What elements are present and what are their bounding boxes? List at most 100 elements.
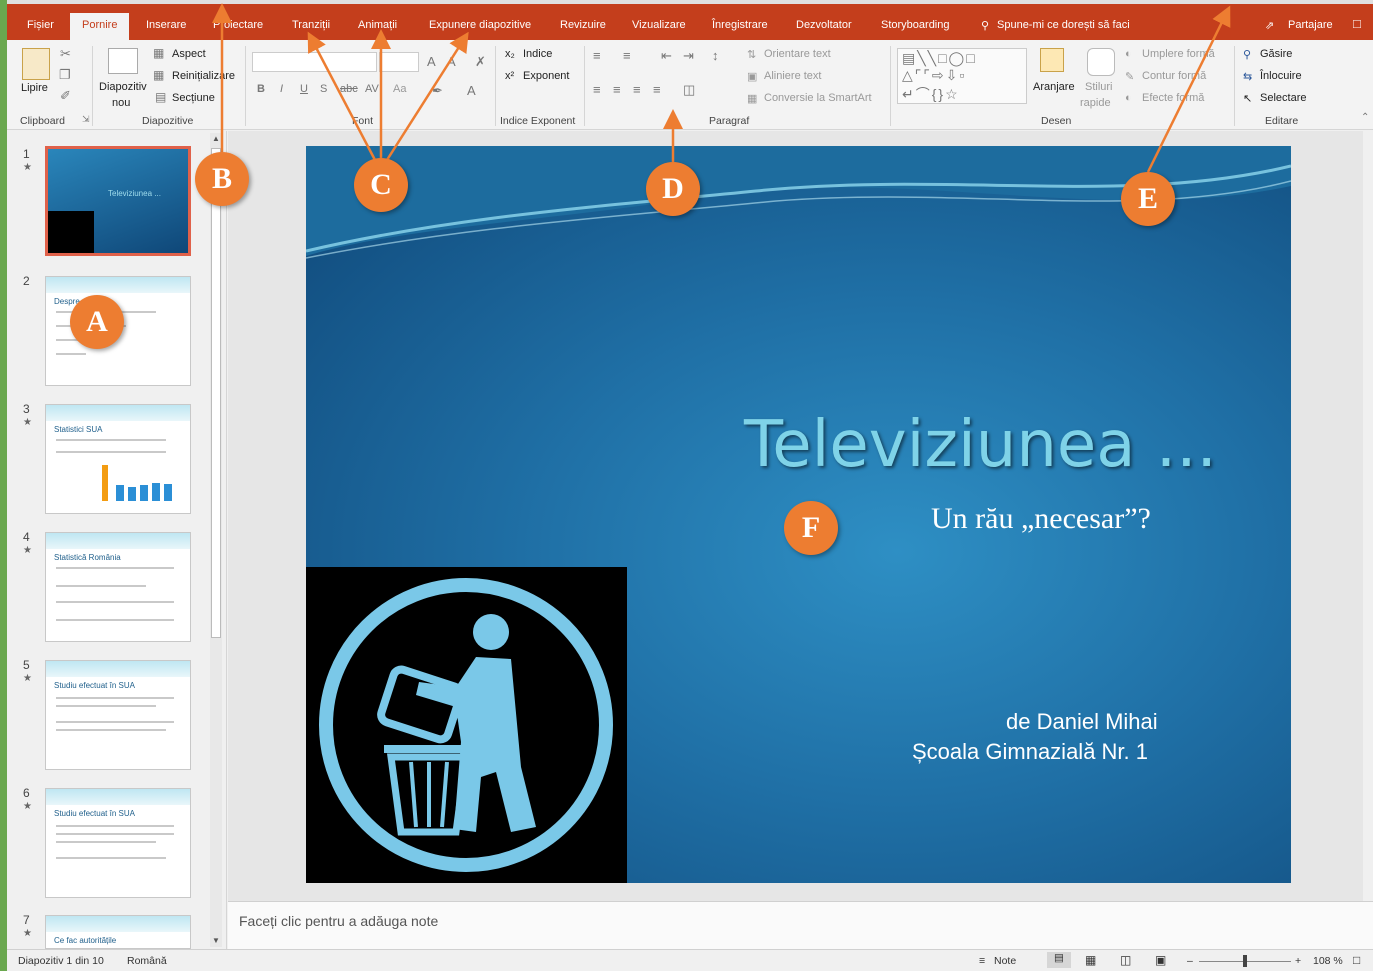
slide-subtitle[interactable]: Un rău „necesar”?: [931, 502, 1151, 536]
slide-thumbnail-4[interactable]: Statistică România: [45, 532, 191, 642]
tab-developer[interactable]: Dezvoltator: [796, 19, 852, 31]
notes-pane[interactable]: Faceți clic pentru a adăuga note: [228, 901, 1373, 949]
arrange-icon[interactable]: [1040, 48, 1064, 72]
font-name-input[interactable]: [252, 52, 377, 72]
font-color-icon[interactable]: A: [467, 83, 476, 98]
notes-toggle[interactable]: Note: [994, 955, 1016, 967]
superscript-button[interactable]: Exponent: [523, 70, 569, 82]
increase-font-icon[interactable]: A: [427, 54, 436, 69]
tab-record[interactable]: Înregistrare: [712, 19, 768, 31]
shape-outline-button[interactable]: Contur formă: [1142, 70, 1206, 82]
slide-number: 6: [23, 786, 30, 800]
slide-thumbnail-6[interactable]: Studiu efectuat în SUA: [45, 788, 191, 898]
numbering-icon[interactable]: ≡: [623, 48, 631, 63]
change-case-button[interactable]: Aa: [393, 83, 406, 95]
slideshow-icon[interactable]: ▣: [1155, 953, 1166, 967]
fit-to-window-icon[interactable]: □: [1353, 953, 1360, 967]
slide-thumbnail-1[interactable]: Televiziunea ...: [45, 146, 191, 256]
animation-star-icon: ★: [23, 801, 32, 812]
callout-e: E: [1121, 172, 1175, 226]
slide-author[interactable]: de Daniel Mihai: [1006, 709, 1158, 735]
dialog-launcher-icon[interactable]: ⇲: [82, 114, 90, 125]
zoom-slider-thumb[interactable]: [1243, 955, 1247, 967]
new-slide-icon[interactable]: [108, 48, 138, 74]
find-button[interactable]: Găsire: [1260, 48, 1292, 60]
indent-increase-icon[interactable]: ⇥: [683, 48, 694, 64]
decrease-font-icon[interactable]: A: [447, 54, 456, 69]
tab-slideshow[interactable]: Expunere diapozitive: [429, 19, 531, 31]
clear-format-icon[interactable]: ✗: [475, 54, 486, 70]
justify-icon[interactable]: ≡: [653, 82, 661, 97]
paste-icon[interactable]: [22, 48, 50, 80]
language-indicator[interactable]: Română: [127, 955, 167, 967]
align-right-icon[interactable]: ≡: [633, 82, 641, 97]
tab-design[interactable]: Proiectare: [213, 19, 263, 31]
zoom-in-icon[interactable]: +: [1295, 955, 1301, 967]
indent-decrease-icon[interactable]: ⇤: [661, 48, 672, 64]
paste-button[interactable]: Lipire: [21, 82, 48, 94]
tab-transitions[interactable]: Tranziții: [292, 19, 330, 31]
tab-animations[interactable]: Animații: [358, 19, 397, 31]
share-icon: ⇗: [1265, 20, 1275, 32]
tab-file[interactable]: Fișier: [27, 19, 54, 31]
normal-view-icon[interactable]: ▤: [1047, 952, 1071, 968]
highlight-icon[interactable]: ✒: [432, 83, 443, 99]
char-spacing-icon[interactable]: AV: [365, 83, 379, 95]
font-size-input[interactable]: [379, 52, 419, 72]
text-direction-button[interactable]: Orientare text: [764, 48, 831, 60]
trash-tv-picture[interactable]: [306, 567, 627, 883]
collapse-ribbon-icon[interactable]: ⌃: [1361, 112, 1369, 123]
quick-styles-button[interactable]: Stiluri: [1085, 81, 1113, 93]
align-center-icon[interactable]: ≡: [613, 82, 621, 97]
slide-school[interactable]: Școala Gimnazială Nr. 1: [912, 739, 1148, 765]
scrollbar-thumb[interactable]: [211, 148, 221, 638]
layout-button[interactable]: Aspect: [172, 48, 206, 60]
quick-styles-icon[interactable]: [1087, 48, 1115, 76]
share-button[interactable]: Partajare: [1288, 19, 1333, 31]
section-button[interactable]: Secțiune: [172, 92, 215, 104]
zoom-level[interactable]: 108 %: [1313, 955, 1343, 967]
columns-icon[interactable]: ◫: [683, 82, 695, 98]
bold-icon[interactable]: B: [257, 83, 265, 95]
subscript-button[interactable]: Indice: [523, 48, 552, 60]
shapes-gallery[interactable]: ▤╲╲□◯□ △⌜⌜⇨⇩▫ ↵⌒{}☆: [897, 48, 1027, 104]
slide-thumbnail-5[interactable]: Studiu efectuat în SUA: [45, 660, 191, 770]
bullets-icon[interactable]: ≡: [593, 48, 601, 63]
tab-storyboarding[interactable]: Storyboarding: [881, 19, 950, 31]
underline-icon[interactable]: U: [300, 83, 308, 95]
scroll-up-icon[interactable]: ▲: [212, 134, 220, 143]
tell-me-search[interactable]: Spune-mi ce dorești să faci: [997, 19, 1130, 31]
new-slide-button[interactable]: Diapozitiv: [99, 81, 147, 93]
shape-fill-button[interactable]: Umplere formă: [1142, 48, 1215, 60]
align-text-button[interactable]: Aliniere text: [764, 70, 821, 82]
tab-review[interactable]: Revizuire: [560, 19, 606, 31]
line-spacing-icon[interactable]: ↕: [712, 48, 719, 63]
slide-thumbnail-7[interactable]: Ce fac autoritățile: [45, 915, 191, 949]
select-button[interactable]: Selectare: [1260, 92, 1306, 104]
slide-sorter-icon[interactable]: ▦: [1085, 953, 1096, 967]
notes-placeholder[interactable]: Faceți clic pentru a adăuga note: [239, 913, 438, 929]
shape-effects-button[interactable]: Efecte formă: [1142, 92, 1204, 104]
format-painter-icon[interactable]: ✐: [60, 88, 71, 104]
zoom-out-icon[interactable]: –: [1187, 955, 1193, 967]
reading-view-icon[interactable]: ◫: [1120, 953, 1131, 967]
comments-icon[interactable]: □: [1353, 16, 1361, 31]
smartart-button[interactable]: Conversie la SmartArt: [764, 92, 872, 104]
replace-icon: ⇆: [1243, 71, 1253, 83]
reset-button[interactable]: Reinițializare: [172, 70, 235, 82]
slide-title[interactable]: Televiziunea ...: [744, 408, 1217, 482]
thumb-text-line: [56, 697, 174, 699]
copy-icon[interactable]: ❐: [59, 67, 71, 83]
scroll-down-icon[interactable]: ▼: [212, 936, 220, 945]
tab-view[interactable]: Vizualizare: [632, 19, 686, 31]
arrange-button[interactable]: Aranjare: [1033, 81, 1075, 93]
align-left-icon[interactable]: ≡: [593, 82, 601, 97]
italic-icon[interactable]: I: [280, 83, 283, 95]
replace-button[interactable]: Înlocuire: [1260, 70, 1302, 82]
tab-insert[interactable]: Inserare: [146, 19, 186, 31]
shadow-icon[interactable]: S: [320, 83, 327, 95]
slide-thumbnail-3[interactable]: Statistici SUA: [45, 404, 191, 514]
cut-icon[interactable]: ✂: [60, 46, 71, 62]
tab-home[interactable]: Pornire: [70, 13, 130, 40]
strikethrough-icon[interactable]: abc: [340, 83, 358, 95]
